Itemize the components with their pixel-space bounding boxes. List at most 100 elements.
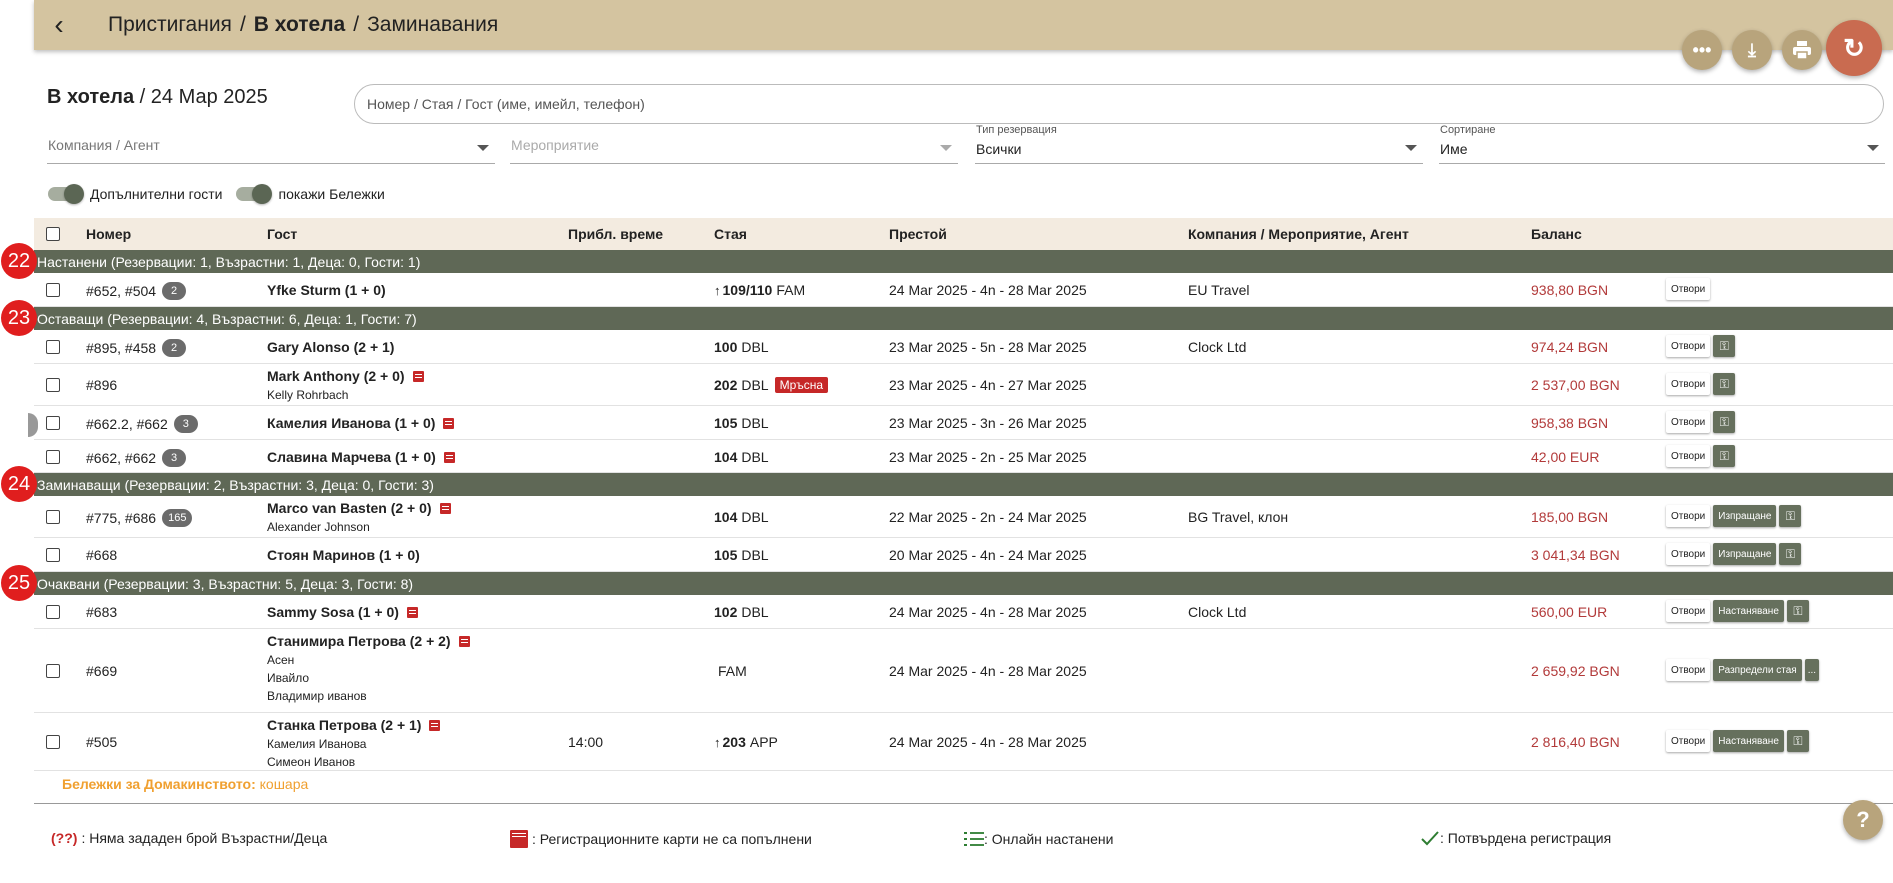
breadcrumb: Пристигания / В хотела / Заминавания xyxy=(108,13,498,37)
open-button[interactable]: Отвори xyxy=(1666,600,1711,622)
guest-name[interactable]: Станка Петрова (2 + 1) xyxy=(267,717,441,733)
reservation-number[interactable]: #683 xyxy=(86,604,117,620)
reservation-number[interactable]: #669 xyxy=(86,663,117,679)
room-key-button[interactable]: ⚿ xyxy=(1786,600,1809,622)
group-header-row[interactable]: 22 Настанени (Резервации: 1, Възрастни: 1… xyxy=(1,243,1893,279)
open-button[interactable]: Отвори xyxy=(1666,659,1711,681)
reservation-number[interactable]: #775, #686 165 xyxy=(86,509,193,527)
guest-name[interactable]: Marco van Basten (2 + 0) xyxy=(267,500,451,516)
room-key-button[interactable]: ⚿ xyxy=(1786,730,1809,752)
col-company[interactable]: Компания / Мероприятие, Агент xyxy=(1188,226,1409,242)
col-balance[interactable]: Баланс xyxy=(1531,226,1582,242)
print-button[interactable] xyxy=(1782,30,1822,70)
refresh-button[interactable]: ↻ xyxy=(1826,20,1882,76)
col-number[interactable]: Номер xyxy=(86,226,131,242)
col-stay[interactable]: Престой xyxy=(889,226,947,242)
dropdown-arrow-icon xyxy=(1405,145,1417,151)
reservation-type-value: Всички xyxy=(976,141,1022,157)
table-row[interactable]: #505 Станка Петрова (2 + 1) Камелия Ивано… xyxy=(34,713,1893,771)
room-key-button[interactable]: ⚿ xyxy=(1779,543,1802,565)
room-key-button[interactable]: ⚿ xyxy=(1713,445,1736,467)
checkin-button[interactable]: Настаняване xyxy=(1713,730,1784,752)
row-checkbox[interactable] xyxy=(46,548,60,562)
guest-name[interactable]: Камелия Иванова (1 + 0) xyxy=(267,415,455,431)
row-checkbox[interactable] xyxy=(46,664,60,678)
open-button[interactable]: Отвори xyxy=(1666,373,1711,395)
open-button[interactable]: Отвори xyxy=(1666,505,1711,527)
more-options-button[interactable]: ••• xyxy=(1682,30,1722,70)
open-button[interactable]: Отвори xyxy=(1666,278,1711,300)
reservation-type-select[interactable]: Тип резервация Всички xyxy=(975,124,1423,164)
col-guest[interactable]: Гост xyxy=(267,226,297,242)
reservation-number[interactable]: #662.2, #662 3 xyxy=(86,415,198,433)
table-row[interactable]: #669 Станимира Петрова (2 + 2) Асен Ивайло… xyxy=(34,629,1893,713)
open-button[interactable]: Отвори xyxy=(1666,730,1711,752)
open-button[interactable]: Отвори xyxy=(1666,411,1711,433)
checkin-button[interactable]: Настаняване xyxy=(1713,600,1784,622)
row-checkbox[interactable] xyxy=(46,416,60,430)
row-checkbox[interactable] xyxy=(46,605,60,619)
col-room[interactable]: Стая xyxy=(714,226,747,242)
back-button[interactable]: ‹ xyxy=(34,0,84,50)
sort-value: Име xyxy=(1440,141,1468,157)
event-select[interactable]: Мероприятие xyxy=(510,124,958,164)
table-row[interactable]: #896 Mark Anthony (2 + 0) Kelly Rohrbach … xyxy=(34,364,1893,406)
guest-name[interactable]: Sammy Sosa (1 + 0) xyxy=(267,604,418,620)
row-checkbox[interactable] xyxy=(46,735,60,749)
guest-name[interactable]: Mark Anthony (2 + 0) xyxy=(267,368,424,384)
table-row[interactable]: #652, #504 2 Yfke Sturm (1 + 0) ↑ 109/110 F… xyxy=(34,273,1893,307)
guest-name[interactable]: Станимира Петрова (2 + 2) xyxy=(267,633,470,649)
more-button[interactable]: ... xyxy=(1804,659,1820,681)
open-button[interactable]: Отвори xyxy=(1666,543,1711,565)
search-input[interactable]: Номер / Стая / Гост (име, имейл, телефон… xyxy=(354,84,1884,124)
checkout-button[interactable]: Изпращане xyxy=(1713,543,1777,565)
group-badge: 23 xyxy=(1,300,37,336)
row-checkbox[interactable] xyxy=(46,450,60,464)
show-notes-toggle[interactable] xyxy=(236,184,273,204)
download-button[interactable]: ⤓ xyxy=(1732,30,1772,70)
guest-name[interactable]: Yfke Sturm (1 + 0) xyxy=(267,282,386,298)
app-root: ‹ Пристигания / В хотела / Заминавания •… xyxy=(0,0,1893,883)
registration-card-icon xyxy=(412,370,424,382)
row-checkbox[interactable] xyxy=(46,510,60,524)
guest-name[interactable]: Стоян Маринов (1 + 0) xyxy=(267,547,420,563)
reservation-number[interactable]: #652, #504 2 xyxy=(86,282,187,300)
breadcrumb-arrivals[interactable]: Пристигания xyxy=(108,13,232,37)
table-row[interactable]: #662.2, #662 3 Камелия Иванова (1 + 0) 10… xyxy=(34,406,1893,440)
company-agent-select[interactable]: Компания / Агент xyxy=(47,124,495,164)
table-row[interactable]: #668 Стоян Маринов (1 + 0) 105 DBL 20 Mar… xyxy=(34,538,1893,572)
guest-name[interactable]: Gary Alonso (2 + 1) xyxy=(267,339,394,355)
assign-room-button[interactable]: Разпредели стая xyxy=(1713,659,1802,681)
reservation-number[interactable]: #662, #662 3 xyxy=(86,449,187,467)
group-header-row[interactable]: 24 Заминаващи (Резервации: 2, Възрастни: … xyxy=(1,466,1893,502)
reservation-number[interactable]: #668 xyxy=(86,547,117,563)
balance-value: 938,80 BGN xyxy=(1531,282,1609,298)
extra-guests-toggle[interactable] xyxy=(48,184,84,204)
help-button[interactable]: ? xyxy=(1843,800,1883,840)
open-button[interactable]: Отвори xyxy=(1666,445,1711,467)
group-header-row[interactable]: 25 Очаквани (Резервации: 3, Възрастни: 5,… xyxy=(1,565,1893,601)
table-row[interactable]: #895, #458 2 Gary Alonso (2 + 1) 100 DBL 2… xyxy=(34,330,1893,364)
open-button[interactable]: Отвори xyxy=(1666,335,1711,357)
room-key-button[interactable]: ⚿ xyxy=(1713,411,1736,433)
reservation-count-badge: 165 xyxy=(162,509,193,527)
sort-select[interactable]: Сортиране Име xyxy=(1439,124,1885,164)
table-row[interactable]: #662, #662 3 Славина Марчева (1 + 0) 104 D… xyxy=(34,440,1893,473)
reservation-number[interactable]: #505 xyxy=(86,734,117,750)
breadcrumb-departures[interactable]: Заминавания xyxy=(367,13,498,37)
group-header-row[interactable]: 23 Оставащи (Резервации: 4, Възрастни: 6,… xyxy=(1,300,1893,336)
reservation-number[interactable]: #896 xyxy=(86,377,117,393)
checkout-button[interactable]: Изпращане xyxy=(1713,505,1777,527)
guest-name[interactable]: Славина Марчева (1 + 0) xyxy=(267,449,455,465)
col-eta[interactable]: Прибл. време xyxy=(568,226,663,242)
room-key-button[interactable]: ⚿ xyxy=(1713,373,1736,395)
select-all-checkbox[interactable] xyxy=(46,227,60,241)
row-checkbox[interactable] xyxy=(46,283,60,297)
reservation-number[interactable]: #895, #458 2 xyxy=(86,339,187,357)
room-key-button[interactable]: ⚿ xyxy=(1779,505,1802,527)
room-key-button[interactable]: ⚿ xyxy=(1713,335,1736,357)
row-checkbox[interactable] xyxy=(46,378,60,392)
row-checkbox[interactable] xyxy=(46,340,60,354)
table-row[interactable]: #775, #686 165 Marco van Basten (2 + 0) Al… xyxy=(34,496,1893,538)
table-row[interactable]: #683 Sammy Sosa (1 + 0) 102 DBL 24 Mar 20… xyxy=(34,595,1893,629)
